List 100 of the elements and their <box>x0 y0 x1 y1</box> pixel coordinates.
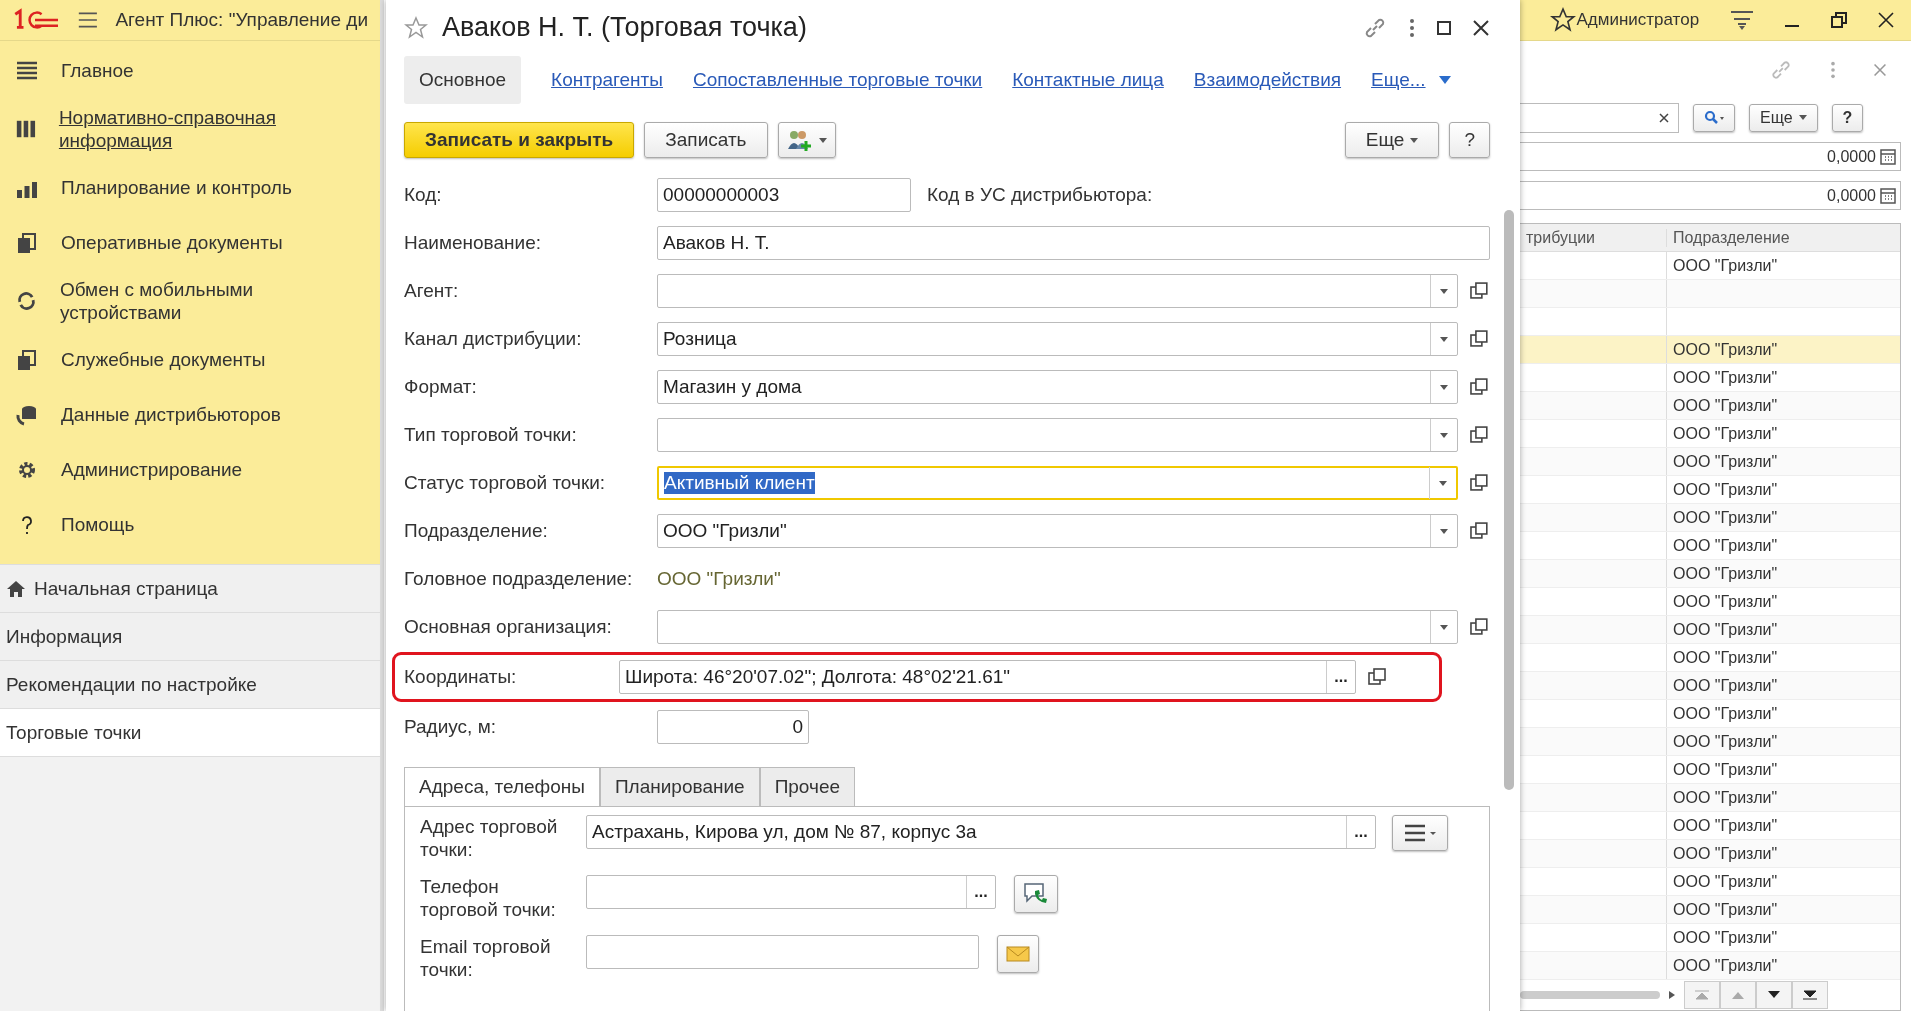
close-icon[interactable] <box>1877 11 1895 29</box>
choose-button[interactable]: ... <box>1346 816 1375 848</box>
open-icon[interactable] <box>1468 328 1490 350</box>
user-name[interactable]: Администратор <box>1576 10 1700 30</box>
column-header[interactable]: трибуции <box>1520 228 1666 247</box>
amount-field[interactable]: 0,0000 <box>1520 181 1901 210</box>
tab[interactable]: Адреса, телефоны <box>404 767 600 806</box>
documents-icon[interactable] <box>15 347 39 372</box>
section-link[interactable]: Оперативные документы <box>61 231 283 254</box>
save-button[interactable]: Записать <box>644 122 768 158</box>
nav-tab[interactable]: Контрагенты <box>551 69 663 91</box>
first-icon <box>1694 990 1710 1000</box>
table-row[interactable]: ООО "Гризли" <box>1520 728 1900 756</box>
select-field[interactable] <box>657 418 1459 452</box>
table-row[interactable]: ООО "Гризли" <box>1520 504 1900 532</box>
table-row[interactable]: ООО "Гризли" <box>1520 616 1900 644</box>
star-icon[interactable] <box>1550 7 1576 33</box>
table-row[interactable]: ООО "Гризли" <box>1520 336 1900 364</box>
open-icon[interactable] <box>1366 666 1388 688</box>
calculator-icon[interactable] <box>1880 148 1896 165</box>
scroll-right-icon[interactable] <box>1668 990 1676 1000</box>
more-icon[interactable] <box>1408 16 1416 39</box>
help-button[interactable]: ? <box>1831 103 1864 132</box>
select-field[interactable]: Магазин у дома <box>657 370 1459 404</box>
last-icon <box>1802 990 1818 1000</box>
section-link[interactable]: Планирование и контроль <box>61 176 292 199</box>
code-field[interactable]: 00000000003 <box>657 178 911 212</box>
section-link[interactable]: Администрирование <box>61 458 243 481</box>
open-icon[interactable] <box>1468 376 1490 398</box>
nav-tab[interactable]: Основное <box>404 56 522 104</box>
documents-icon[interactable] <box>15 230 39 255</box>
coordinates-field[interactable]: Широта: 46°20'07.02"; Долгота: 48°02'21.61" ... <box>619 660 1356 694</box>
table-row[interactable]: ООО "Гризли" <box>1520 896 1900 924</box>
section-link[interactable]: Главное <box>61 59 134 82</box>
nav-tab[interactable]: Контактные лица <box>1012 69 1164 91</box>
name-field[interactable]: Аваков Н. Т. <box>657 226 1490 260</box>
table-row[interactable]: ООО "Гризли" <box>1520 392 1900 420</box>
table-row[interactable]: ООО "Гризли" <box>1520 448 1900 476</box>
close-icon[interactable] <box>1472 18 1490 37</box>
search-field[interactable] <box>1520 102 1679 133</box>
dropdown-arrow-icon[interactable] <box>1437 75 1452 85</box>
table-cell: ООО "Гризли" <box>1673 844 1778 863</box>
section-link[interactable]: Обмен с мобильными устройствами <box>59 278 365 324</box>
open-icon[interactable] <box>1468 616 1490 638</box>
section-link[interactable]: Служебные документы <box>61 348 266 371</box>
restore-icon[interactable] <box>1830 12 1847 28</box>
table-row[interactable]: ООО "Гризли" <box>1520 840 1900 868</box>
nav-tab[interactable]: Взаимодействия <box>1193 69 1342 91</box>
calculator-icon[interactable] <box>1880 187 1896 204</box>
nav-tab[interactable]: Еще... <box>1371 69 1426 91</box>
add-users-button[interactable] <box>777 122 836 158</box>
amount-field[interactable]: 0,0000 <box>1520 142 1901 172</box>
scrollbar[interactable] <box>1520 991 1660 999</box>
open-icon[interactable] <box>1468 424 1490 446</box>
table-cell: ООО "Гризли" <box>1673 788 1778 807</box>
table-row[interactable]: ООО "Гризли" <box>1520 560 1900 588</box>
open-icon[interactable] <box>1468 280 1490 302</box>
section-link[interactable]: Помощь <box>61 513 135 536</box>
select-field[interactable]: ООО "Гризли" <box>657 514 1459 548</box>
choose-button[interactable]: ... <box>966 876 995 908</box>
section-link[interactable]: Данные дистрибьюторов <box>61 403 281 426</box>
clear-icon[interactable] <box>1658 111 1670 124</box>
down-button[interactable] <box>1756 981 1792 1009</box>
phone-field[interactable]: ... <box>586 875 996 909</box>
star-icon[interactable] <box>404 15 428 40</box>
more-button[interactable]: Еще <box>1344 122 1440 158</box>
filter-menu-icon[interactable] <box>1729 9 1754 31</box>
field-label: Код в УС дистрибьютора: <box>927 184 1153 206</box>
choose-button[interactable]: ... <box>1326 661 1355 693</box>
open-icon[interactable] <box>1468 472 1490 494</box>
home-icon <box>6 579 26 598</box>
open-icon[interactable] <box>1468 520 1490 542</box>
open-window-tab[interactable]: Торговые точки <box>0 708 380 757</box>
menu-icon[interactable] <box>77 10 98 30</box>
address-field[interactable]: Астрахань, Кирова ул, дом № 87, корпус 3а ... <box>586 815 1376 849</box>
table-row[interactable]: ООО "Гризли" <box>1520 952 1900 980</box>
select-field[interactable] <box>657 274 1459 308</box>
select-field[interactable] <box>657 610 1459 644</box>
last-button[interactable] <box>1792 981 1828 1009</box>
section-link[interactable]: Нормативно-справочная информация <box>58 106 365 152</box>
sync-icon[interactable] <box>15 289 38 313</box>
maximize-icon[interactable] <box>1436 19 1452 36</box>
table-cell: ООО "Гризли" <box>1673 368 1778 387</box>
menu-button[interactable] <box>1392 815 1448 851</box>
select-field[interactable]: Розница <box>657 322 1459 356</box>
column-header[interactable]: Подразделение <box>1666 228 1900 247</box>
call-button[interactable] <box>1014 875 1058 913</box>
email-field[interactable] <box>586 935 979 969</box>
table-row[interactable]: ООО "Гризли" <box>1520 784 1900 812</box>
radius-field[interactable]: 0 <box>657 710 809 744</box>
table-cell: ООО "Гризли" <box>1673 816 1778 835</box>
search-button[interactable] <box>1693 103 1735 132</box>
help-button[interactable]: ? <box>1449 122 1490 158</box>
more-button[interactable]: Еще <box>1749 103 1818 132</box>
table-row[interactable]: ООО "Гризли" <box>1520 672 1900 700</box>
select-field[interactable]: Активный клиент <box>657 466 1459 500</box>
tab[interactable]: Планирование <box>599 767 760 806</box>
save-close-button[interactable]: Записать и закрыть <box>404 122 635 158</box>
nav-tab[interactable]: Сопоставленные торговые точки <box>692 69 983 91</box>
tab[interactable]: Прочее <box>759 767 856 806</box>
